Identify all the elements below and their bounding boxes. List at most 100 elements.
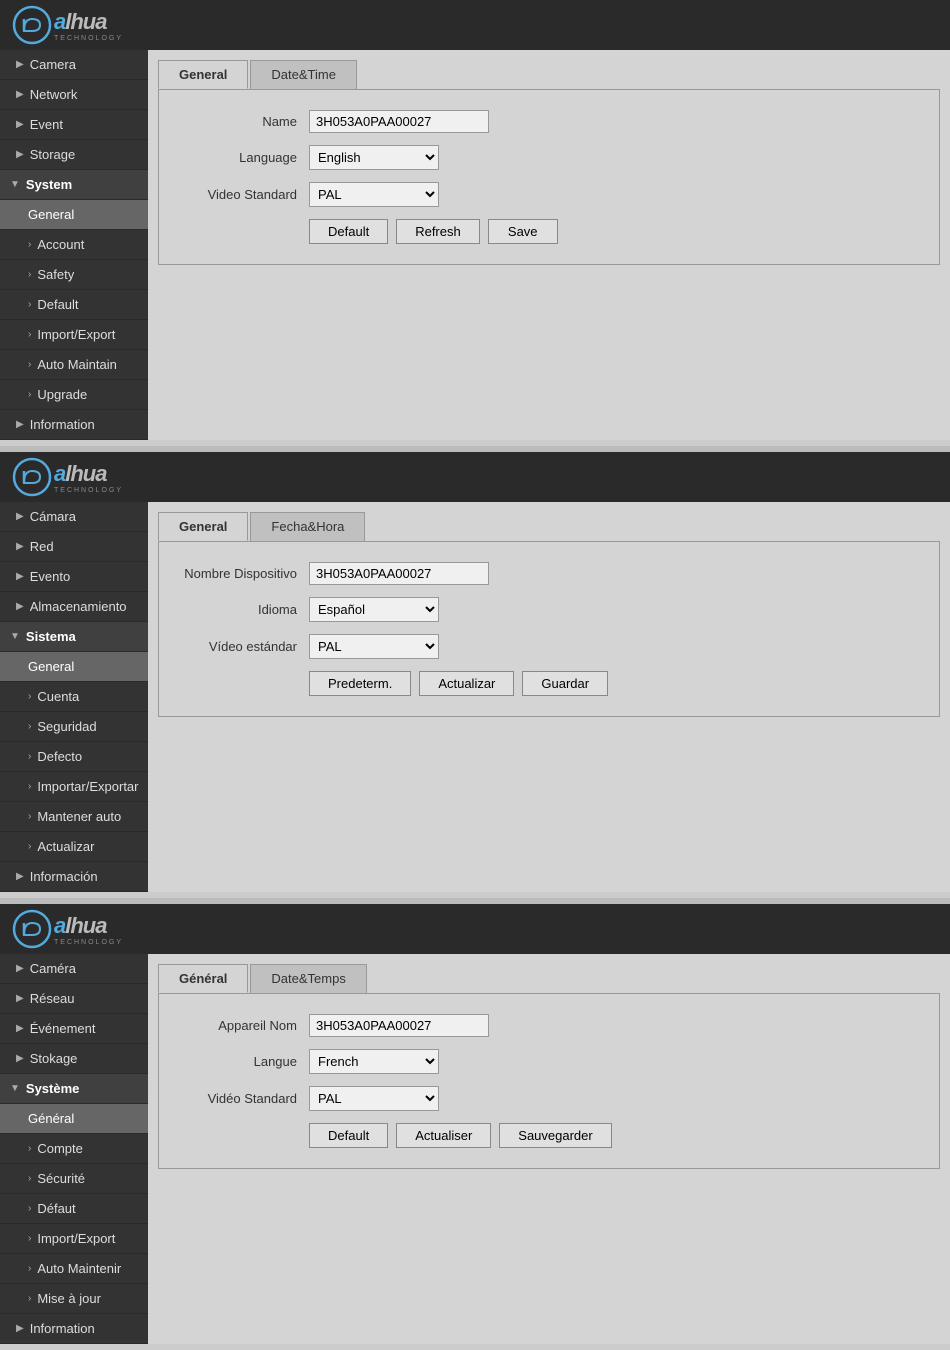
sidebar-item-12[interactable]: ▶ Información	[0, 862, 148, 892]
sidebar-label: Evento	[30, 569, 70, 584]
button-2[interactable]: Guardar	[522, 671, 608, 696]
sidebar-item-3[interactable]: ▶Storage	[0, 140, 148, 170]
sidebar-item-4[interactable]: ▼ Système	[0, 1074, 148, 1104]
tab-1[interactable]: Fecha&Hora	[250, 512, 365, 541]
sidebar-item-2[interactable]: ▶ Evento	[0, 562, 148, 592]
button-0[interactable]: Default	[309, 219, 388, 244]
sidebar-item-0[interactable]: ▶Caméra	[0, 954, 148, 984]
form-buttons: Default Actualiser Sauvegarder	[179, 1123, 919, 1148]
button-2[interactable]: Sauvegarder	[499, 1123, 611, 1148]
sidebar-item-8[interactable]: › Default	[0, 290, 148, 320]
layout: ▶Caméra▶Réseau▶Événement▶Stokage ▼ Système…	[0, 954, 950, 1344]
form-select-2[interactable]: PALNTSC	[309, 182, 439, 207]
sidebar-item-1[interactable]: ▶Network	[0, 80, 148, 110]
arrow-icon: ▶	[16, 571, 24, 582]
sidebar-item-11[interactable]: ›Actualizar	[0, 832, 148, 862]
main-content: GeneralDate&TimeNameLanguageEnglishFrenc…	[148, 50, 950, 440]
panel-english: alhua TECHNOLOGY ▶Camera▶Network▶Event▶S…	[0, 0, 950, 440]
sidebar-item-6[interactable]: ›Cuenta	[0, 682, 148, 712]
sidebar-item-8[interactable]: ›Défaut	[0, 1194, 148, 1224]
form-select-1[interactable]: EnglishFrenchSpanish	[309, 145, 439, 170]
sidebar-item-7[interactable]: ›Seguridad	[0, 712, 148, 742]
sidebar-label: Información	[30, 869, 98, 884]
form-input-0[interactable]	[309, 1014, 489, 1037]
arrow-icon: ›	[28, 1233, 31, 1244]
arrow-icon: ▼	[10, 1083, 20, 1094]
form-label-0: Name	[179, 114, 309, 129]
arrow-icon: ›	[28, 691, 31, 702]
sidebar-label: General	[28, 207, 74, 222]
form-label-1: Idioma	[179, 602, 309, 617]
layout: ▶Cámara▶Red ▶ Evento ▶Almacenamiento▼Sistem…	[0, 502, 950, 892]
sidebar-item-4[interactable]: ▼System	[0, 170, 148, 200]
sidebar-item-9[interactable]: ›Import/Export	[0, 320, 148, 350]
sidebar-item-6[interactable]: ›Compte	[0, 1134, 148, 1164]
sidebar-item-0[interactable]: ▶Cámara	[0, 502, 148, 532]
tab-0[interactable]: Général	[158, 964, 248, 993]
arrow-icon: ▶	[16, 511, 24, 522]
button-0[interactable]: Predeterm.	[309, 671, 411, 696]
sidebar-label: Default	[37, 297, 78, 312]
button-2[interactable]: Save	[488, 219, 558, 244]
sidebar-item-4[interactable]: ▼Sistema	[0, 622, 148, 652]
sidebar-item-11[interactable]: ›Upgrade	[0, 380, 148, 410]
dahua-logo: alhua TECHNOLOGY	[10, 3, 123, 47]
arrow-icon: ›	[28, 389, 31, 400]
sidebar-item-12[interactable]: ▶Information	[0, 410, 148, 440]
arrow-icon: ▶	[16, 601, 24, 612]
arrow-icon: ▶	[16, 871, 24, 882]
sidebar-item-5[interactable]: General	[0, 200, 148, 230]
form-label-1: Langue	[179, 1054, 309, 1069]
sidebar-item-2[interactable]: ▶Event	[0, 110, 148, 140]
sidebar-item-7[interactable]: ›Sécurité	[0, 1164, 148, 1194]
form-select-2[interactable]: PALNTSC	[309, 634, 439, 659]
sidebar-item-9[interactable]: ›Importar/Exportar	[0, 772, 148, 802]
sidebar-item-3[interactable]: ▶Stokage	[0, 1044, 148, 1074]
sidebar-item-10[interactable]: ›Auto Maintenir	[0, 1254, 148, 1284]
arrow-icon: ›	[28, 269, 31, 280]
sidebar-item-11[interactable]: ›Mise à jour	[0, 1284, 148, 1314]
sidebar-item-9[interactable]: › Import/Export	[0, 1224, 148, 1254]
arrow-icon: ›	[28, 721, 31, 732]
sidebar-item-0[interactable]: ▶Camera	[0, 50, 148, 80]
sidebar-item-7[interactable]: ›Safety	[0, 260, 148, 290]
sidebar-item-5[interactable]: General	[0, 652, 148, 682]
form-input-0[interactable]	[309, 110, 489, 133]
form-input-0[interactable]	[309, 562, 489, 585]
sidebar-item-2[interactable]: ▶Événement	[0, 1014, 148, 1044]
sidebar-item-5[interactable]: Général	[0, 1104, 148, 1134]
sidebar-item-8[interactable]: ›Defecto	[0, 742, 148, 772]
sidebar-item-12[interactable]: ▶Information	[0, 1314, 148, 1344]
form-select-2[interactable]: PALNTSC	[309, 1086, 439, 1111]
sidebar-item-3[interactable]: ▶Almacenamiento	[0, 592, 148, 622]
form-buttons: Default Refresh Save	[179, 219, 919, 244]
form-select-1[interactable]: EspañolEnglishFrench	[309, 597, 439, 622]
arrow-icon: ›	[28, 299, 31, 310]
form-select-1[interactable]: FrenchEnglishEspañol	[309, 1049, 439, 1074]
header: alhua TECHNOLOGY	[0, 904, 950, 954]
sidebar-label: Actualizar	[37, 839, 94, 854]
tab-0[interactable]: General	[158, 60, 248, 89]
tab-1[interactable]: Date&Temps	[250, 964, 366, 993]
sidebar-label: Système	[26, 1081, 79, 1096]
form-row-1: LangueFrenchEnglishEspañol	[179, 1049, 919, 1074]
sidebar-item-1[interactable]: ▶Red	[0, 532, 148, 562]
tab-1[interactable]: Date&Time	[250, 60, 357, 89]
sidebar-item-10[interactable]: ›Mantener auto	[0, 802, 148, 832]
tab-content: Appareil NomLangueFrenchEnglishEspañolVi…	[158, 993, 940, 1169]
sidebar-label: Mantener auto	[37, 809, 121, 824]
button-1[interactable]: Actualizar	[419, 671, 514, 696]
button-1[interactable]: Refresh	[396, 219, 480, 244]
tab-0[interactable]: General	[158, 512, 248, 541]
sidebar-item-6[interactable]: ›Account	[0, 230, 148, 260]
form-label-0: Nombre Dispositivo	[179, 566, 309, 581]
logo-text: alhua	[54, 913, 106, 938]
sidebar-item-10[interactable]: ›Auto Maintain	[0, 350, 148, 380]
arrow-icon: ▼	[10, 179, 20, 190]
sidebar: ▶Cámara▶Red ▶ Evento ▶Almacenamiento▼Sistem…	[0, 502, 148, 892]
arrow-icon: ›	[28, 1293, 31, 1304]
sidebar-label: Import/Export	[37, 1231, 115, 1246]
sidebar-item-1[interactable]: ▶Réseau	[0, 984, 148, 1014]
button-0[interactable]: Default	[309, 1123, 388, 1148]
button-1[interactable]: Actualiser	[396, 1123, 491, 1148]
